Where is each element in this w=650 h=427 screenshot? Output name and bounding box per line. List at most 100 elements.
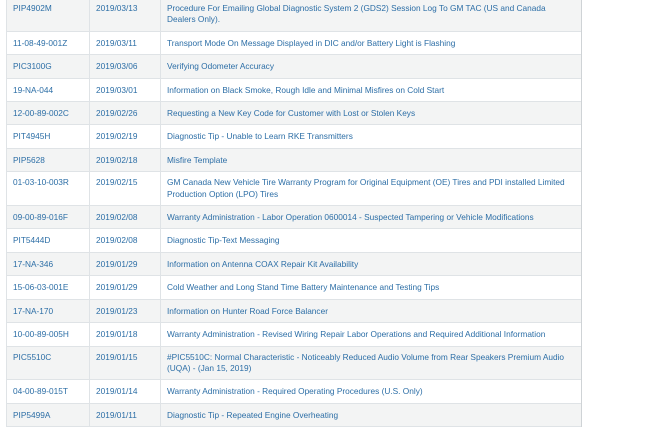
bulletin-title-link[interactable]: Misfire Template [167, 155, 227, 165]
bulletin-title-link[interactable]: Verifying Odometer Accuracy [167, 61, 274, 71]
bulletin-number-cell[interactable]: PIC5510C [7, 346, 90, 380]
bulletin-number-cell[interactable]: PIT4945H [7, 125, 90, 148]
bulletin-date-cell: 2019/02/18 [90, 148, 161, 172]
bulletin-title-cell[interactable]: Misfire Template [161, 149, 581, 171]
table-row: PIC5510C 2019/01/15 #PIC5510C: Normal Ch… [6, 346, 581, 381]
bulletin-number-cell[interactable]: 19-NA-044 [7, 78, 90, 102]
bulletin-number-cell[interactable]: 10-00-89-005H [7, 323, 90, 346]
bulletin-title-link[interactable]: Transport Mode On Message Displayed in D… [167, 38, 455, 48]
bulletin-number-link[interactable]: PIP5628 [13, 155, 45, 165]
bulletin-title-link[interactable]: Requesting a New Key Code for Customer w… [167, 108, 415, 118]
bulletin-number-cell[interactable]: 09-00-89-016F [7, 206, 90, 229]
bulletin-date: 2019/03/13 [96, 3, 138, 13]
bulletin-date: 2019/02/15 [96, 177, 138, 188]
bulletin-title-cell[interactable]: GM Canada New Vehicle Tire Warranty Prog… [161, 172, 581, 205]
table-row: PIC3100G 2019/03/06 Verifying Odometer A… [6, 55, 581, 79]
bulletin-number-link[interactable]: PIC5510C [13, 352, 51, 362]
bulletin-date: 2019/02/08 [96, 235, 138, 246]
table-row: 15-06-03-001E 2019/01/29 Cold Weather an… [6, 276, 581, 300]
bulletin-title-link[interactable]: Information on Black Smoke, Rough Idle a… [167, 85, 444, 95]
table-row: PIT4945H 2019/02/19 Diagnostic Tip - Una… [6, 125, 581, 149]
bulletin-number-link[interactable]: PIC3100G [13, 61, 52, 71]
bulletin-number-link[interactable]: 15-06-03-001E [13, 282, 68, 292]
bulletin-number-link[interactable]: 12-00-89-002C [13, 108, 69, 118]
bulletin-title-cell[interactable]: Warranty Administration - Revised Wiring… [161, 323, 581, 345]
bulletin-number-cell[interactable]: PIT5444D [7, 229, 90, 252]
bulletin-date-cell: 2019/02/19 [90, 125, 161, 148]
bulletin-date-cell: 2019/03/01 [90, 78, 161, 102]
table-row: 17-NA-170 2019/01/23 Information on Hunt… [6, 299, 581, 324]
bulletin-number-link[interactable]: 17-NA-170 [13, 306, 53, 316]
bulletin-title-link[interactable]: Warranty Administration - Revised Wiring… [167, 329, 545, 339]
bulletin-date: 2019/03/06 [96, 61, 138, 72]
bulletin-title-cell[interactable]: Verifying Odometer Accuracy [161, 55, 581, 77]
bulletin-title-cell[interactable]: Information on Hunter Road Force Balance… [161, 300, 581, 322]
table-row: 12-00-89-002C 2019/02/26 Requesting a Ne… [6, 102, 581, 126]
bulletin-number-cell[interactable]: 11-08-49-001Z [7, 31, 90, 55]
table-row: PIP4902M 2019/03/13 Procedure For Emaili… [6, 0, 581, 32]
bulletin-date-cell: 2019/02/15 [90, 172, 161, 206]
bulletin-title-link[interactable]: Diagnostic Tip - Unable to Learn RKE Tra… [167, 131, 353, 141]
bulletin-title-link[interactable]: GM Canada New Vehicle Tire Warranty Prog… [167, 177, 565, 198]
table-row: PIP5499A 2019/01/11 Diagnostic Tip - Rep… [6, 403, 581, 427]
bulletin-title-cell[interactable]: Transport Mode On Message Displayed in D… [161, 32, 581, 54]
bulletin-number-link[interactable]: PIP4902M [13, 3, 52, 13]
bulletin-title-cell[interactable]: Warranty Administration - Required Opera… [161, 380, 581, 402]
bulletin-date-cell: 2019/01/11 [90, 403, 161, 427]
table-row: 09-00-89-016F 2019/02/08 Warranty Admini… [6, 206, 581, 230]
bulletin-number-cell[interactable]: 17-NA-170 [7, 299, 90, 323]
table-row: 11-08-49-001Z 2019/03/11 Transport Mode … [6, 31, 581, 56]
bulletin-date-cell: 2019/03/13 [90, 0, 161, 31]
bulletin-number-cell[interactable]: 01-03-10-003R [7, 172, 90, 206]
bulletin-number-link[interactable]: 09-00-89-016F [13, 212, 68, 222]
table-row: 19-NA-044 2019/03/01 Information on Blac… [6, 78, 581, 103]
bulletin-number-link[interactable]: PIP5499A [13, 410, 50, 420]
bulletin-date: 2019/02/08 [96, 212, 138, 223]
bulletin-title-cell[interactable]: Diagnostic Tip - Unable to Learn RKE Tra… [161, 125, 581, 147]
bulletin-title-link[interactable]: Procedure For Emailing Global Diagnostic… [167, 3, 546, 24]
bulletin-date: 2019/01/29 [96, 282, 138, 293]
bulletin-number-link[interactable]: PIT4945H [13, 131, 50, 141]
page-margin [582, 0, 650, 406]
bulletin-number-link[interactable]: 17-NA-346 [13, 259, 53, 269]
bulletin-date-cell: 2019/02/26 [90, 102, 161, 125]
bulletin-title-cell[interactable]: Information on Antenna COAX Repair Kit A… [161, 253, 581, 275]
bulletin-number-link[interactable]: 11-08-49-001Z [13, 38, 67, 48]
bulletin-number-cell[interactable]: PIP5499A [7, 403, 90, 427]
bulletin-title-link[interactable]: Cold Weather and Long Stand Time Battery… [167, 282, 439, 292]
bulletin-title-link[interactable]: Warranty Administration - Required Opera… [167, 386, 423, 396]
bulletin-title-cell[interactable]: Diagnostic Tip-Text Messaging [161, 229, 581, 251]
bulletin-date: 2019/03/01 [96, 84, 138, 95]
bulletin-number-cell[interactable]: 17-NA-346 [7, 252, 90, 276]
bulletin-number-cell[interactable]: PIP4902M [7, 0, 90, 31]
bulletin-title-link[interactable]: Warranty Administration - Labor Operatio… [167, 212, 534, 222]
bulletin-number-link[interactable]: 10-00-89-005H [13, 329, 69, 339]
bulletin-title-cell[interactable]: Information on Black Smoke, Rough Idle a… [161, 79, 581, 101]
bulletin-number-link[interactable]: 19-NA-044 [13, 85, 53, 95]
bulletin-title-link[interactable]: Information on Hunter Road Force Balance… [167, 306, 328, 316]
bulletin-number-cell[interactable]: PIP5628 [7, 148, 90, 172]
bulletin-number-cell[interactable]: PIC3100G [7, 55, 90, 78]
bulletin-title-link[interactable]: Diagnostic Tip - Repeated Engine Overhea… [167, 410, 338, 420]
bulletin-title-link[interactable]: Diagnostic Tip-Text Messaging [167, 235, 280, 245]
bulletin-number-cell[interactable]: 12-00-89-002C [7, 102, 90, 125]
bulletin-date-cell: 2019/01/23 [90, 299, 161, 323]
bulletin-title-cell[interactable]: Warranty Administration - Labor Operatio… [161, 206, 581, 228]
bulletin-number-cell[interactable]: 15-06-03-001E [7, 276, 90, 299]
table-row: 04-00-89-015T 2019/01/14 Warranty Admini… [6, 380, 581, 404]
bulletin-title-link[interactable]: Information on Antenna COAX Repair Kit A… [167, 259, 358, 269]
bulletin-title-cell[interactable]: Cold Weather and Long Stand Time Battery… [161, 276, 581, 298]
bulletin-number-link[interactable]: PIT5444D [13, 235, 50, 245]
bulletin-title-cell[interactable]: Diagnostic Tip - Repeated Engine Overhea… [161, 404, 581, 426]
bulletin-number-link[interactable]: 04-00-89-015T [13, 386, 68, 396]
table-row: PIP5628 2019/02/18 Misfire Template [6, 148, 581, 173]
bulletin-date: 2019/01/15 [96, 351, 138, 362]
bulletin-title-cell[interactable]: Procedure For Emailing Global Diagnostic… [161, 0, 581, 31]
bulletin-date-cell: 2019/03/11 [90, 31, 161, 55]
bulletin-date: 2019/01/11 [96, 409, 137, 420]
bulletin-number-cell[interactable]: 04-00-89-015T [7, 380, 90, 403]
bulletin-number-link[interactable]: 01-03-10-003R [13, 177, 69, 187]
bulletin-title-link[interactable]: #PIC5510C: Normal Characteristic - Notic… [167, 352, 564, 373]
bulletin-title-cell[interactable]: Requesting a New Key Code for Customer w… [161, 102, 581, 124]
bulletin-title-cell[interactable]: #PIC5510C: Normal Characteristic - Notic… [161, 347, 581, 380]
